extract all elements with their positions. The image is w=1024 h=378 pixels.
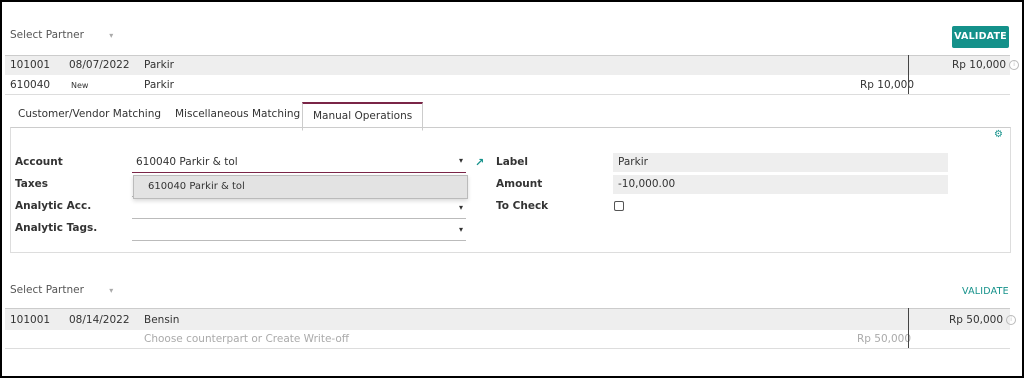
line-date: 08/14/2022 bbox=[69, 314, 130, 326]
analytic-tags-label: Analytic Tags. bbox=[15, 222, 98, 234]
line-amount: Rp 10,000 i bbox=[952, 59, 1020, 71]
dropdown-option[interactable]: 610040 Parkir & tol bbox=[148, 181, 245, 192]
analytic-acc-field[interactable]: ▾ bbox=[132, 198, 466, 219]
account-label: Account bbox=[15, 156, 63, 168]
line-amount-value: Rp 10,000 bbox=[952, 59, 1007, 71]
amount-value: -10,000.00 bbox=[618, 178, 676, 190]
account-value: 610040 Parkir & tol bbox=[136, 156, 238, 168]
reconciliation-frame: Select Partner ▾ VALIDATE 101001 08/07/2… bbox=[0, 0, 1024, 378]
account-field[interactable]: 610040 Parkir & tol ▾ bbox=[132, 152, 466, 173]
column-divider bbox=[908, 308, 909, 348]
amount-label: Amount bbox=[496, 178, 543, 190]
line-code: 101001 bbox=[10, 59, 51, 71]
counterpart-label: Parkir bbox=[144, 79, 174, 91]
account-dropdown: 610040 Parkir & tol bbox=[133, 175, 468, 199]
line-amount: Rp 50,000 i bbox=[949, 314, 1017, 326]
select-partner-placeholder: Select Partner bbox=[10, 29, 84, 41]
counterpart-amount: Rp 10,000 bbox=[860, 79, 915, 91]
select-partner-top[interactable]: Select Partner ▾ bbox=[10, 29, 113, 41]
label-label: Label bbox=[496, 156, 529, 168]
chevron-down-icon: ▾ bbox=[109, 31, 114, 40]
chevron-down-icon[interactable]: ▾ bbox=[459, 225, 463, 234]
line-label: Parkir bbox=[144, 59, 174, 71]
gear-icon[interactable]: ⚙ bbox=[994, 129, 1003, 140]
column-divider bbox=[908, 55, 909, 94]
analytic-tags-field[interactable]: ▾ bbox=[132, 220, 466, 241]
validate-button-top[interactable]: VALIDATE bbox=[952, 26, 1009, 48]
line-date: 08/07/2022 bbox=[69, 59, 130, 71]
divider bbox=[5, 94, 1010, 95]
info-icon[interactable]: i bbox=[1009, 60, 1020, 70]
chevron-down-icon[interactable]: ▾ bbox=[459, 203, 463, 212]
counterpart-placeholder[interactable]: Choose counterpart or Create Write-off bbox=[144, 333, 349, 345]
label-value: Parkir bbox=[618, 156, 648, 168]
counterpart-amount: Rp 50,000 bbox=[857, 333, 912, 345]
to-check-label: To Check bbox=[496, 200, 549, 212]
chevron-down-icon[interactable]: ▾ bbox=[459, 156, 463, 165]
counterpart-code: 610040 bbox=[10, 79, 51, 91]
new-tag: New bbox=[71, 81, 89, 90]
amount-input[interactable]: -10,000.00 bbox=[613, 175, 948, 194]
tab-customer-vendor-matching[interactable]: Customer/Vendor Matching bbox=[18, 102, 161, 128]
tab-miscellaneous-matching[interactable]: Miscellaneous Matching bbox=[175, 102, 300, 128]
analytic-acc-label: Analytic Acc. bbox=[15, 200, 92, 212]
validate-button-bottom[interactable]: VALIDATE bbox=[962, 286, 1009, 297]
select-partner-placeholder: Select Partner bbox=[10, 284, 84, 296]
select-partner-bottom[interactable]: Select Partner ▾ bbox=[10, 284, 113, 296]
line-amount-value: Rp 50,000 bbox=[949, 314, 1004, 326]
chevron-down-icon: ▾ bbox=[109, 286, 114, 295]
info-icon[interactable]: i bbox=[1006, 315, 1017, 325]
taxes-label: Taxes bbox=[15, 178, 49, 190]
to-check-checkbox[interactable] bbox=[614, 201, 624, 211]
line-label: Bensin bbox=[144, 314, 180, 326]
divider bbox=[5, 348, 1010, 349]
external-link-icon[interactable]: ↗ bbox=[475, 156, 484, 169]
label-input[interactable]: Parkir bbox=[613, 153, 948, 172]
line-code: 101001 bbox=[10, 314, 51, 326]
